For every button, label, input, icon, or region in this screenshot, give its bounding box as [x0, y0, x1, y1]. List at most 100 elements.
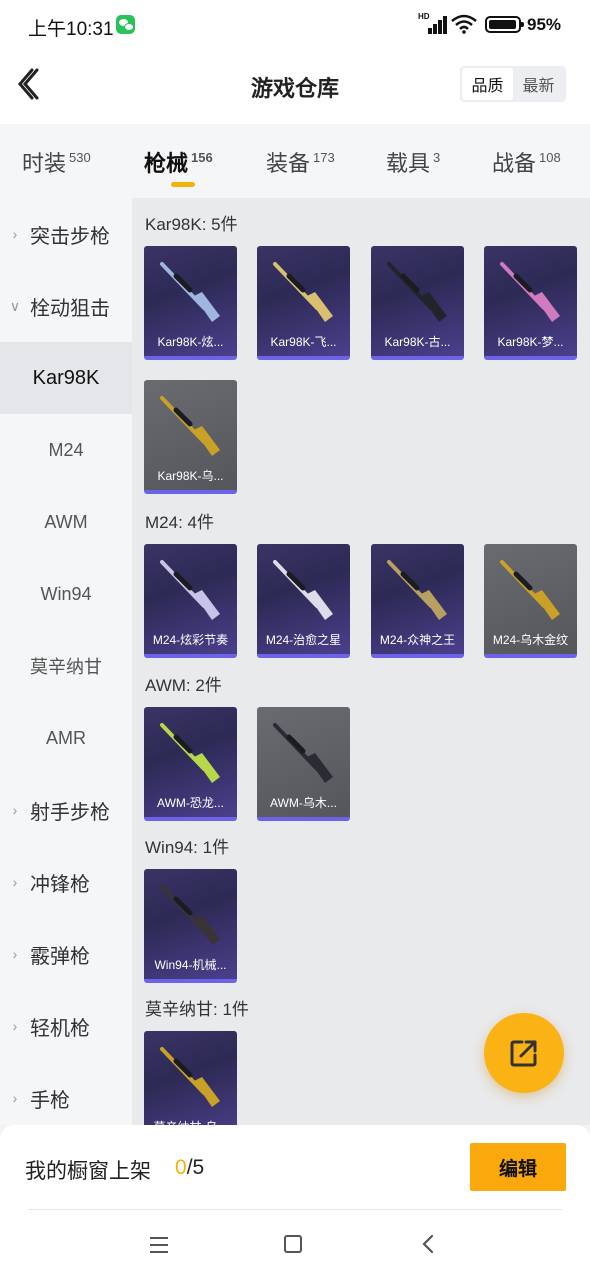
tab-equipment[interactable]: 装备 173: [266, 146, 335, 178]
sidebar-item[interactable]: › 冲锋枪: [0, 846, 132, 918]
header: 游戏仓库 品质 最新: [0, 52, 590, 124]
nav-back-icon[interactable]: [418, 1233, 438, 1255]
section-title: Kar98K: 5件: [145, 215, 238, 234]
skin-card[interactable]: M24-炫彩节奏: [144, 544, 237, 658]
sidebar-item[interactable]: › 射手步枪: [0, 774, 132, 846]
skin-card[interactable]: Kar98K-乌...: [144, 380, 237, 494]
showcase-count: 0/5: [175, 1156, 204, 1180]
sidebar-item[interactable]: Kar98K: [0, 342, 132, 414]
bottom-panel: 我的橱窗上架 0/5 编辑: [0, 1125, 590, 1280]
showcase-label: 我的橱窗上架: [25, 1160, 151, 1183]
tab-label: 装备: [266, 151, 311, 176]
status-time: 上午10:31: [28, 19, 114, 40]
chevron-right-icon: ›: [12, 1090, 18, 1106]
sidebar-item-label: 轻机枪: [30, 1017, 90, 1040]
skin-name: M24-乌木金纹: [492, 632, 569, 647]
skin-name: 莫辛纳甘-乌...: [144, 1111, 237, 1126]
skin-card[interactable]: 莫辛纳甘-乌...: [144, 1031, 237, 1125]
skin-name: AWM-恐龙...: [157, 795, 224, 810]
tab-count: 156: [191, 150, 213, 165]
sidebar-item-label: Win94: [40, 583, 92, 604]
skin-name: Win94-机械...: [154, 957, 227, 972]
section-title: Win94: 1件: [145, 838, 230, 857]
chevron-right-icon: ›: [12, 802, 18, 818]
sort-option-quality[interactable]: 品质: [462, 68, 513, 100]
back-arrow-icon: [18, 68, 39, 100]
rifle-icon: [500, 262, 560, 322]
nav-menu-icon[interactable]: [150, 1237, 170, 1253]
edit-button[interactable]: 编辑: [470, 1143, 566, 1191]
sidebar-item[interactable]: Win94: [0, 558, 132, 630]
battery-level: 95%: [527, 15, 562, 34]
sort-toggle: 品质 最新: [460, 66, 566, 102]
skin-card[interactable]: AWM-恐龙...: [144, 707, 237, 821]
sidebar-item[interactable]: ∨ 栓动狙击: [0, 270, 132, 342]
sidebar-item[interactable]: AWM: [0, 486, 132, 558]
rifle-icon: [387, 560, 447, 620]
rifle-icon: [160, 885, 220, 945]
skin-card[interactable]: M24-众神之王: [371, 544, 464, 658]
rifle-icon: [387, 262, 447, 322]
share-button[interactable]: [484, 1013, 564, 1093]
tab-label: 战备: [492, 151, 537, 176]
sidebar-item[interactable]: › 霰弹枪: [0, 918, 132, 990]
skin-name: AWM-乌木...: [270, 795, 337, 810]
sidebar-item-label: M24: [48, 439, 84, 460]
skin-card[interactable]: M24-乌木金纹: [484, 544, 577, 658]
skin-name: M24-众神之王: [379, 632, 456, 647]
category-tabs: 时装 530 枪械 156 装备 173 载具 3 战备 108: [0, 124, 590, 198]
chevron-right-icon: ›: [12, 226, 18, 242]
tab-count: 3: [433, 150, 441, 165]
back-button[interactable]: [10, 62, 50, 106]
share-icon: [510, 1040, 537, 1067]
sidebar-item-label: 霰弹枪: [30, 945, 90, 968]
tab-label: 枪械: [144, 151, 189, 176]
chevron-right-icon: ›: [12, 1018, 18, 1034]
rifle-icon: [273, 560, 333, 620]
tab-combat-gear[interactable]: 战备 108: [492, 146, 561, 178]
skin-card[interactable]: AWM-乌木...: [257, 707, 350, 821]
skin-card[interactable]: Win94-机械...: [144, 869, 237, 983]
skin-card[interactable]: Kar98K-梦...: [484, 246, 577, 360]
sidebar-item-label: 手枪: [30, 1089, 70, 1112]
chevron-down-icon: ∨: [9, 297, 21, 314]
sidebar-item[interactable]: › 突击步枪: [0, 198, 132, 270]
skin-name: Kar98K-梦...: [497, 334, 564, 349]
network-label: HD: [418, 12, 430, 21]
tab-count: 108: [539, 150, 561, 165]
nav-home-icon[interactable]: [284, 1235, 302, 1253]
divider: [28, 1209, 562, 1210]
wifi-icon: [451, 14, 477, 34]
sidebar-item-label: 栓动狙击: [30, 297, 110, 320]
sidebar-item-label: AWM: [44, 511, 88, 532]
sidebar-item[interactable]: AMR: [0, 702, 132, 774]
skin-card[interactable]: Kar98K-飞...: [257, 246, 350, 360]
sidebar-item[interactable]: M24: [0, 414, 132, 486]
sidebar-item[interactable]: › 轻机枪: [0, 990, 132, 1062]
status-bar: 上午10:31 HD 95%: [0, 0, 590, 52]
sort-option-latest[interactable]: 最新: [513, 68, 564, 100]
skin-name: M24-治愈之星: [265, 632, 342, 647]
skin-card[interactable]: M24-治愈之星: [257, 544, 350, 658]
sidebar-item-label: 莫辛纳甘: [30, 657, 102, 677]
tab-label: 时装: [22, 151, 67, 176]
skin-name: Kar98K-乌...: [157, 468, 224, 483]
skin-name: M24-炫彩节奏: [152, 632, 229, 647]
tab-vehicles[interactable]: 载具 3: [386, 146, 440, 178]
rifle-icon: [500, 560, 560, 620]
sidebar-item[interactable]: › 手枪: [0, 1062, 132, 1125]
skin-grid: Kar98K: 5件 Kar98K-炫... Kar98K-飞... Kar98K-古…: [132, 198, 590, 1125]
skin-card[interactable]: Kar98K-古...: [371, 246, 464, 360]
skin-card[interactable]: Kar98K-炫...: [144, 246, 237, 360]
section-title: M24: 4件: [145, 513, 214, 532]
skin-name: Kar98K-炫...: [157, 334, 224, 349]
sidebar-item[interactable]: 莫辛纳甘: [0, 630, 132, 702]
tab-fashion[interactable]: 时装 530: [22, 146, 91, 178]
tab-count: 530: [69, 150, 91, 165]
tab-firearms[interactable]: 枪械 156: [144, 146, 213, 178]
wechat-icon: [116, 15, 135, 34]
chevron-right-icon: ›: [12, 874, 18, 890]
section-title: 莫辛纳甘: 1件: [145, 1000, 249, 1019]
sidebar-item-label: 射手步枪: [30, 801, 110, 824]
section-title: AWM: 2件: [145, 676, 222, 695]
